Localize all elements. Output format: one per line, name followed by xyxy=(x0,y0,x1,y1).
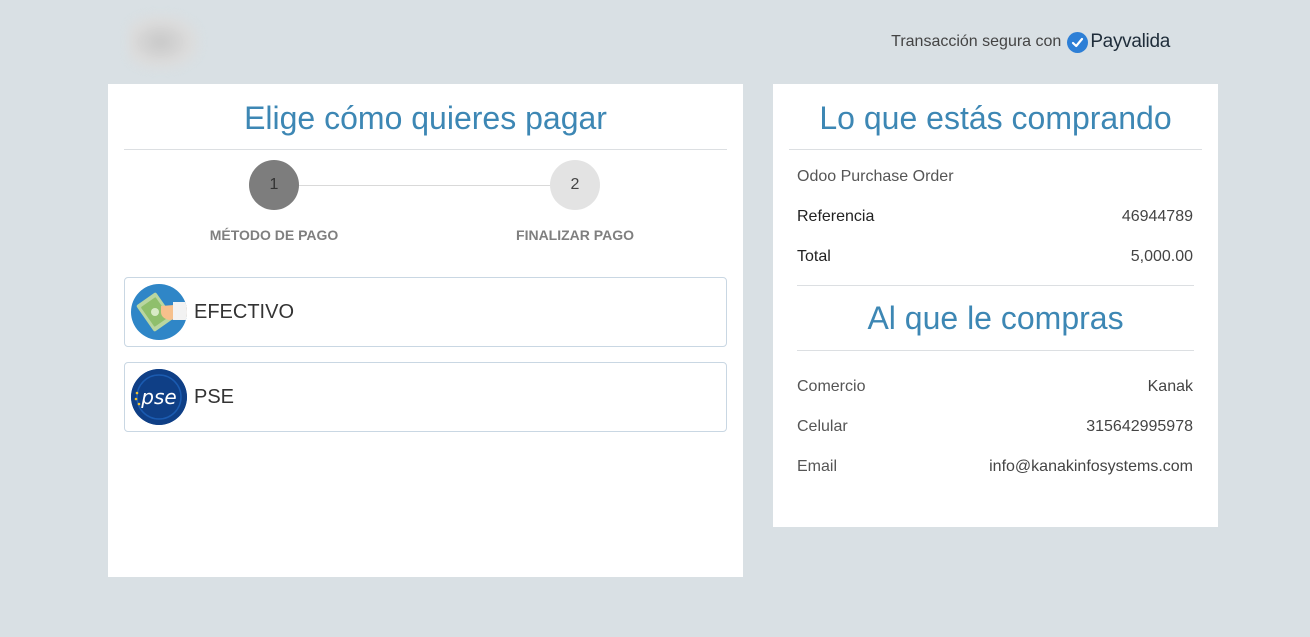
payvalida-logo: Payvalida xyxy=(1067,31,1170,53)
phone-value: 315642995978 xyxy=(1086,418,1193,435)
reference-value: 46944789 xyxy=(1121,208,1193,225)
secure-text: Transacción segura con xyxy=(891,33,1062,50)
step-finalize-payment: 2 FINALIZAR PAGO xyxy=(485,160,665,243)
order-summary-title: Lo que estás comprando xyxy=(819,100,1172,136)
total-label: Total xyxy=(797,248,831,265)
payment-method-title: Elige cómo quieres pagar xyxy=(244,100,607,136)
email-row: Email info@kanakinfosystems.com xyxy=(797,458,1193,476)
email-label: Email xyxy=(797,458,838,475)
method-pse-button[interactable]: pse PSE xyxy=(124,362,727,432)
merchant-title: Al que le compras xyxy=(867,300,1124,336)
divider xyxy=(789,149,1202,150)
step-payment-method: 1 MÉTODO DE PAGO xyxy=(184,160,364,243)
reference-label: Referencia xyxy=(797,208,875,225)
total-value: 5,000.00 xyxy=(1130,248,1193,265)
reference-row: Referencia 46944789 xyxy=(797,208,1193,226)
phone-label: Celular xyxy=(797,418,848,435)
check-icon xyxy=(1067,31,1089,53)
pse-logo-icon: pse xyxy=(131,369,187,425)
merchant-value: Kanak xyxy=(1147,378,1193,395)
step-number: 1 xyxy=(249,160,299,210)
phone-row: Celular 315642995978 xyxy=(797,418,1193,436)
payment-method-panel: Elige cómo quieres pagar 1 MÉTODO DE PAG… xyxy=(108,84,743,577)
product-row: Odoo Purchase Order xyxy=(797,168,1193,186)
method-label: PSE xyxy=(194,385,235,408)
step-number: 2 xyxy=(550,160,600,210)
payvalida-brand: Payvalida xyxy=(1090,31,1170,52)
merchant-row: Comercio Kanak xyxy=(797,378,1193,396)
email-value: info@kanakinfosystems.com xyxy=(989,458,1193,475)
divider xyxy=(797,350,1194,351)
step-label: MÉTODO DE PAGO xyxy=(209,227,339,243)
merchant-logo xyxy=(128,14,200,70)
method-efectivo-button[interactable]: EFECTIVO xyxy=(124,277,727,347)
step-label: FINALIZAR PAGO xyxy=(516,227,634,243)
secure-transaction-banner: Transacción segura con Payvalida xyxy=(891,28,1170,56)
progress-steps: 1 MÉTODO DE PAGO 2 FINALIZAR PAGO xyxy=(108,150,743,260)
method-label: EFECTIVO xyxy=(194,300,295,323)
total-row: Total 5,000.00 xyxy=(797,248,1193,266)
merchant-label: Comercio xyxy=(797,378,866,395)
svg-text:pse: pse xyxy=(140,385,176,409)
cash-hand-icon xyxy=(131,284,187,340)
product-name: Odoo Purchase Order xyxy=(797,168,954,185)
order-summary-panel: Lo que estás comprando Odoo Purchase Ord… xyxy=(773,84,1218,527)
